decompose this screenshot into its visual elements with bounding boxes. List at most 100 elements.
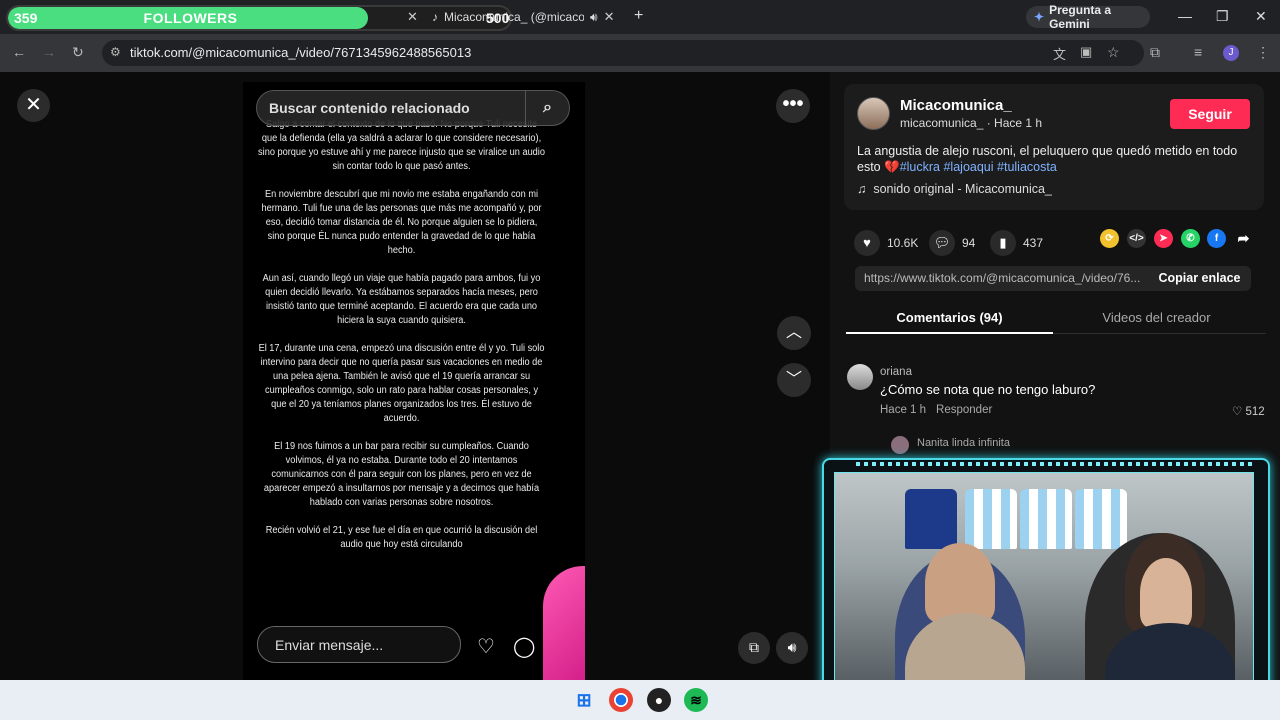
bookmark-star-icon[interactable]: ☆	[1107, 44, 1120, 61]
story-paragraph: Recién volvió el 21, y ese fue el día en…	[265, 525, 538, 550]
reload-icon[interactable]: ↻	[72, 44, 84, 61]
previous-video-button[interactable]: ︿	[777, 316, 811, 350]
jersey-shape	[965, 489, 1017, 549]
audio-playing-icon: 🔊︎	[590, 9, 598, 24]
window-close-icon[interactable]: ✕	[1255, 8, 1267, 25]
tab-creator-videos[interactable]: Videos del creador	[1053, 310, 1260, 325]
comment-count: 94	[962, 236, 976, 250]
story-paragraph: El 17, durante una cena, empezó una disc…	[258, 343, 545, 424]
minimize-icon[interactable]: —	[1178, 8, 1192, 24]
floating-player-button[interactable]: ⧉	[738, 632, 770, 664]
commenter-avatar[interactable]	[847, 364, 873, 390]
like-count: 10.6K	[887, 236, 919, 250]
url-text: tiktok.com/@micacomunica_/video/76713459…	[130, 45, 472, 60]
spotify-icon[interactable]: ≋	[684, 688, 708, 712]
embed-icon[interactable]: </>	[1127, 229, 1146, 248]
commenter-name[interactable]: oriana	[880, 366, 912, 378]
broken-heart-emoji: 💔	[884, 160, 900, 174]
related-search-input[interactable]: Buscar contenido relacionado ⌕	[256, 90, 570, 126]
chrome-icon[interactable]	[609, 688, 633, 712]
music-note-icon: ♫	[857, 182, 867, 196]
webcam-frame-decoration	[856, 462, 1256, 466]
browser-menu-icon[interactable]: ⋮	[1256, 44, 1270, 61]
forward-icon[interactable]: →	[42, 44, 56, 60]
close-tab-icon[interactable]: ✕	[604, 9, 615, 25]
message-placeholder: Enviar mensaje...	[275, 637, 384, 653]
followers-label: FOLLOWERS	[143, 10, 238, 26]
translate-icon[interactable]: 文	[1053, 44, 1066, 63]
sound-name: sonido original - Micacomunica_	[873, 182, 1052, 196]
site-info-icon[interactable]: ⚙	[110, 45, 121, 59]
message-input[interactable]: Enviar mensaje...	[257, 626, 461, 663]
follow-button[interactable]: Seguir	[1170, 99, 1250, 129]
person-head	[1140, 558, 1192, 628]
comment-meta: Hace 1 h Responder	[880, 404, 992, 416]
creator-handle-line: micacomunica_ · Hace 1 h	[900, 116, 1043, 130]
comment-like[interactable]: ♡ 512	[1232, 404, 1265, 418]
profile-avatar[interactable]: J	[1223, 45, 1239, 61]
post-time: Hace 1 h	[994, 116, 1043, 130]
gemini-label: Pregunta a Gemini	[1049, 3, 1112, 31]
browser-tab-active[interactable]: ♪ Micacomunica_ (@micacom 🔊︎ ✕	[432, 6, 628, 28]
comment-like-count: 512	[1245, 406, 1265, 418]
heart-icon: ♡	[1232, 406, 1243, 418]
comment-bubble-icon[interactable]: ◯	[513, 634, 535, 659]
next-video-button[interactable]: ﹀	[777, 363, 811, 397]
commenter-avatar[interactable]	[891, 436, 909, 454]
heart-icon[interactable]: ♡	[477, 634, 495, 659]
sound-link[interactable]: ♫ sonido original - Micacomunica_	[857, 182, 1052, 196]
volume-icon[interactable]: 🔊︎	[776, 632, 808, 664]
windows-start-icon[interactable]: ⊞	[572, 688, 596, 712]
back-icon[interactable]: ←	[12, 44, 26, 60]
whatsapp-icon[interactable]: ✆	[1181, 229, 1200, 248]
save-stat[interactable]: ▮ 437	[990, 230, 1043, 256]
search-icon[interactable]: ⌕	[525, 91, 569, 125]
obs-icon[interactable]: ●	[647, 688, 671, 712]
windows-taskbar	[0, 680, 1280, 720]
media-control-icon[interactable]: ≡	[1194, 44, 1202, 60]
comment-bubble-icon: 💬︎	[929, 230, 955, 256]
jersey-shape	[1075, 489, 1127, 549]
close-video-button[interactable]: ✕	[17, 89, 50, 122]
repost-icon[interactable]: ⟳	[1100, 229, 1119, 248]
url-field[interactable]: ⚙ tiktok.com/@micacomunica_/video/767134…	[102, 40, 1144, 66]
video-text-overlay: Salgo a contar el contexto de lo que pas…	[258, 118, 545, 566]
tiktok-favicon-icon: ♪	[432, 10, 438, 24]
share-link-text: https://www.tiktok.com/@micacomunica_/vi…	[864, 271, 1141, 285]
more-options-button[interactable]: •••	[776, 89, 810, 123]
hashtag-link[interactable]: #lajoaqui	[943, 160, 993, 174]
send-icon[interactable]: ➤	[1154, 229, 1173, 248]
reply-button[interactable]: Responder	[936, 404, 992, 416]
comment-stat[interactable]: 💬︎ 94	[929, 230, 975, 256]
new-tab-icon[interactable]: +	[634, 7, 643, 25]
post-description: La angustia de alejo rusconi, el peluque…	[857, 143, 1249, 175]
jersey-shape	[905, 489, 957, 549]
cast-icon[interactable]: ▣	[1080, 44, 1092, 60]
save-count: 437	[1023, 236, 1044, 250]
extensions-icon[interactable]: ⧉	[1150, 44, 1160, 61]
active-tab-indicator	[846, 332, 1053, 334]
close-tab-icon[interactable]: ✕	[407, 9, 418, 25]
gemini-button[interactable]: ✦ Pregunta a Gemini	[1026, 3, 1150, 31]
story-paragraph: Aun así, cuando llegó un viaje que había…	[262, 273, 541, 326]
facebook-icon[interactable]: f	[1207, 229, 1226, 248]
maximize-icon[interactable]: ❐	[1216, 8, 1229, 25]
search-placeholder: Buscar contenido relacionado	[269, 100, 470, 116]
share-more-icon[interactable]: ➦	[1234, 229, 1253, 248]
creator-name[interactable]: Micacomunica_	[900, 97, 1012, 114]
hashtag-link[interactable]: #tuliacosta	[997, 160, 1057, 174]
gemini-sparkle-icon: ✦	[1034, 10, 1045, 24]
story-paragraph: Salgo a contar el contexto de lo que pas…	[258, 119, 545, 172]
hashtag-link[interactable]: #luckra	[900, 160, 940, 174]
creator-avatar[interactable]	[857, 97, 890, 130]
comment-time: Hace 1 h	[880, 404, 927, 416]
creator-handle[interactable]: micacomunica_	[900, 116, 983, 130]
commenter-name[interactable]: Nanita linda infinita	[917, 437, 1010, 449]
video-pink-shape	[543, 566, 585, 680]
story-paragraph: El 19 nos fuimos a un bar para recibir s…	[263, 441, 540, 508]
person-head	[925, 543, 995, 623]
comment-text: ¿Cómo se nota que no tengo laburo?	[880, 382, 1096, 397]
copy-link-button[interactable]: Copiar enlace	[1148, 266, 1251, 291]
like-stat[interactable]: ♥ 10.6K	[854, 230, 918, 256]
tab-comments[interactable]: Comentarios (94)	[846, 310, 1053, 325]
